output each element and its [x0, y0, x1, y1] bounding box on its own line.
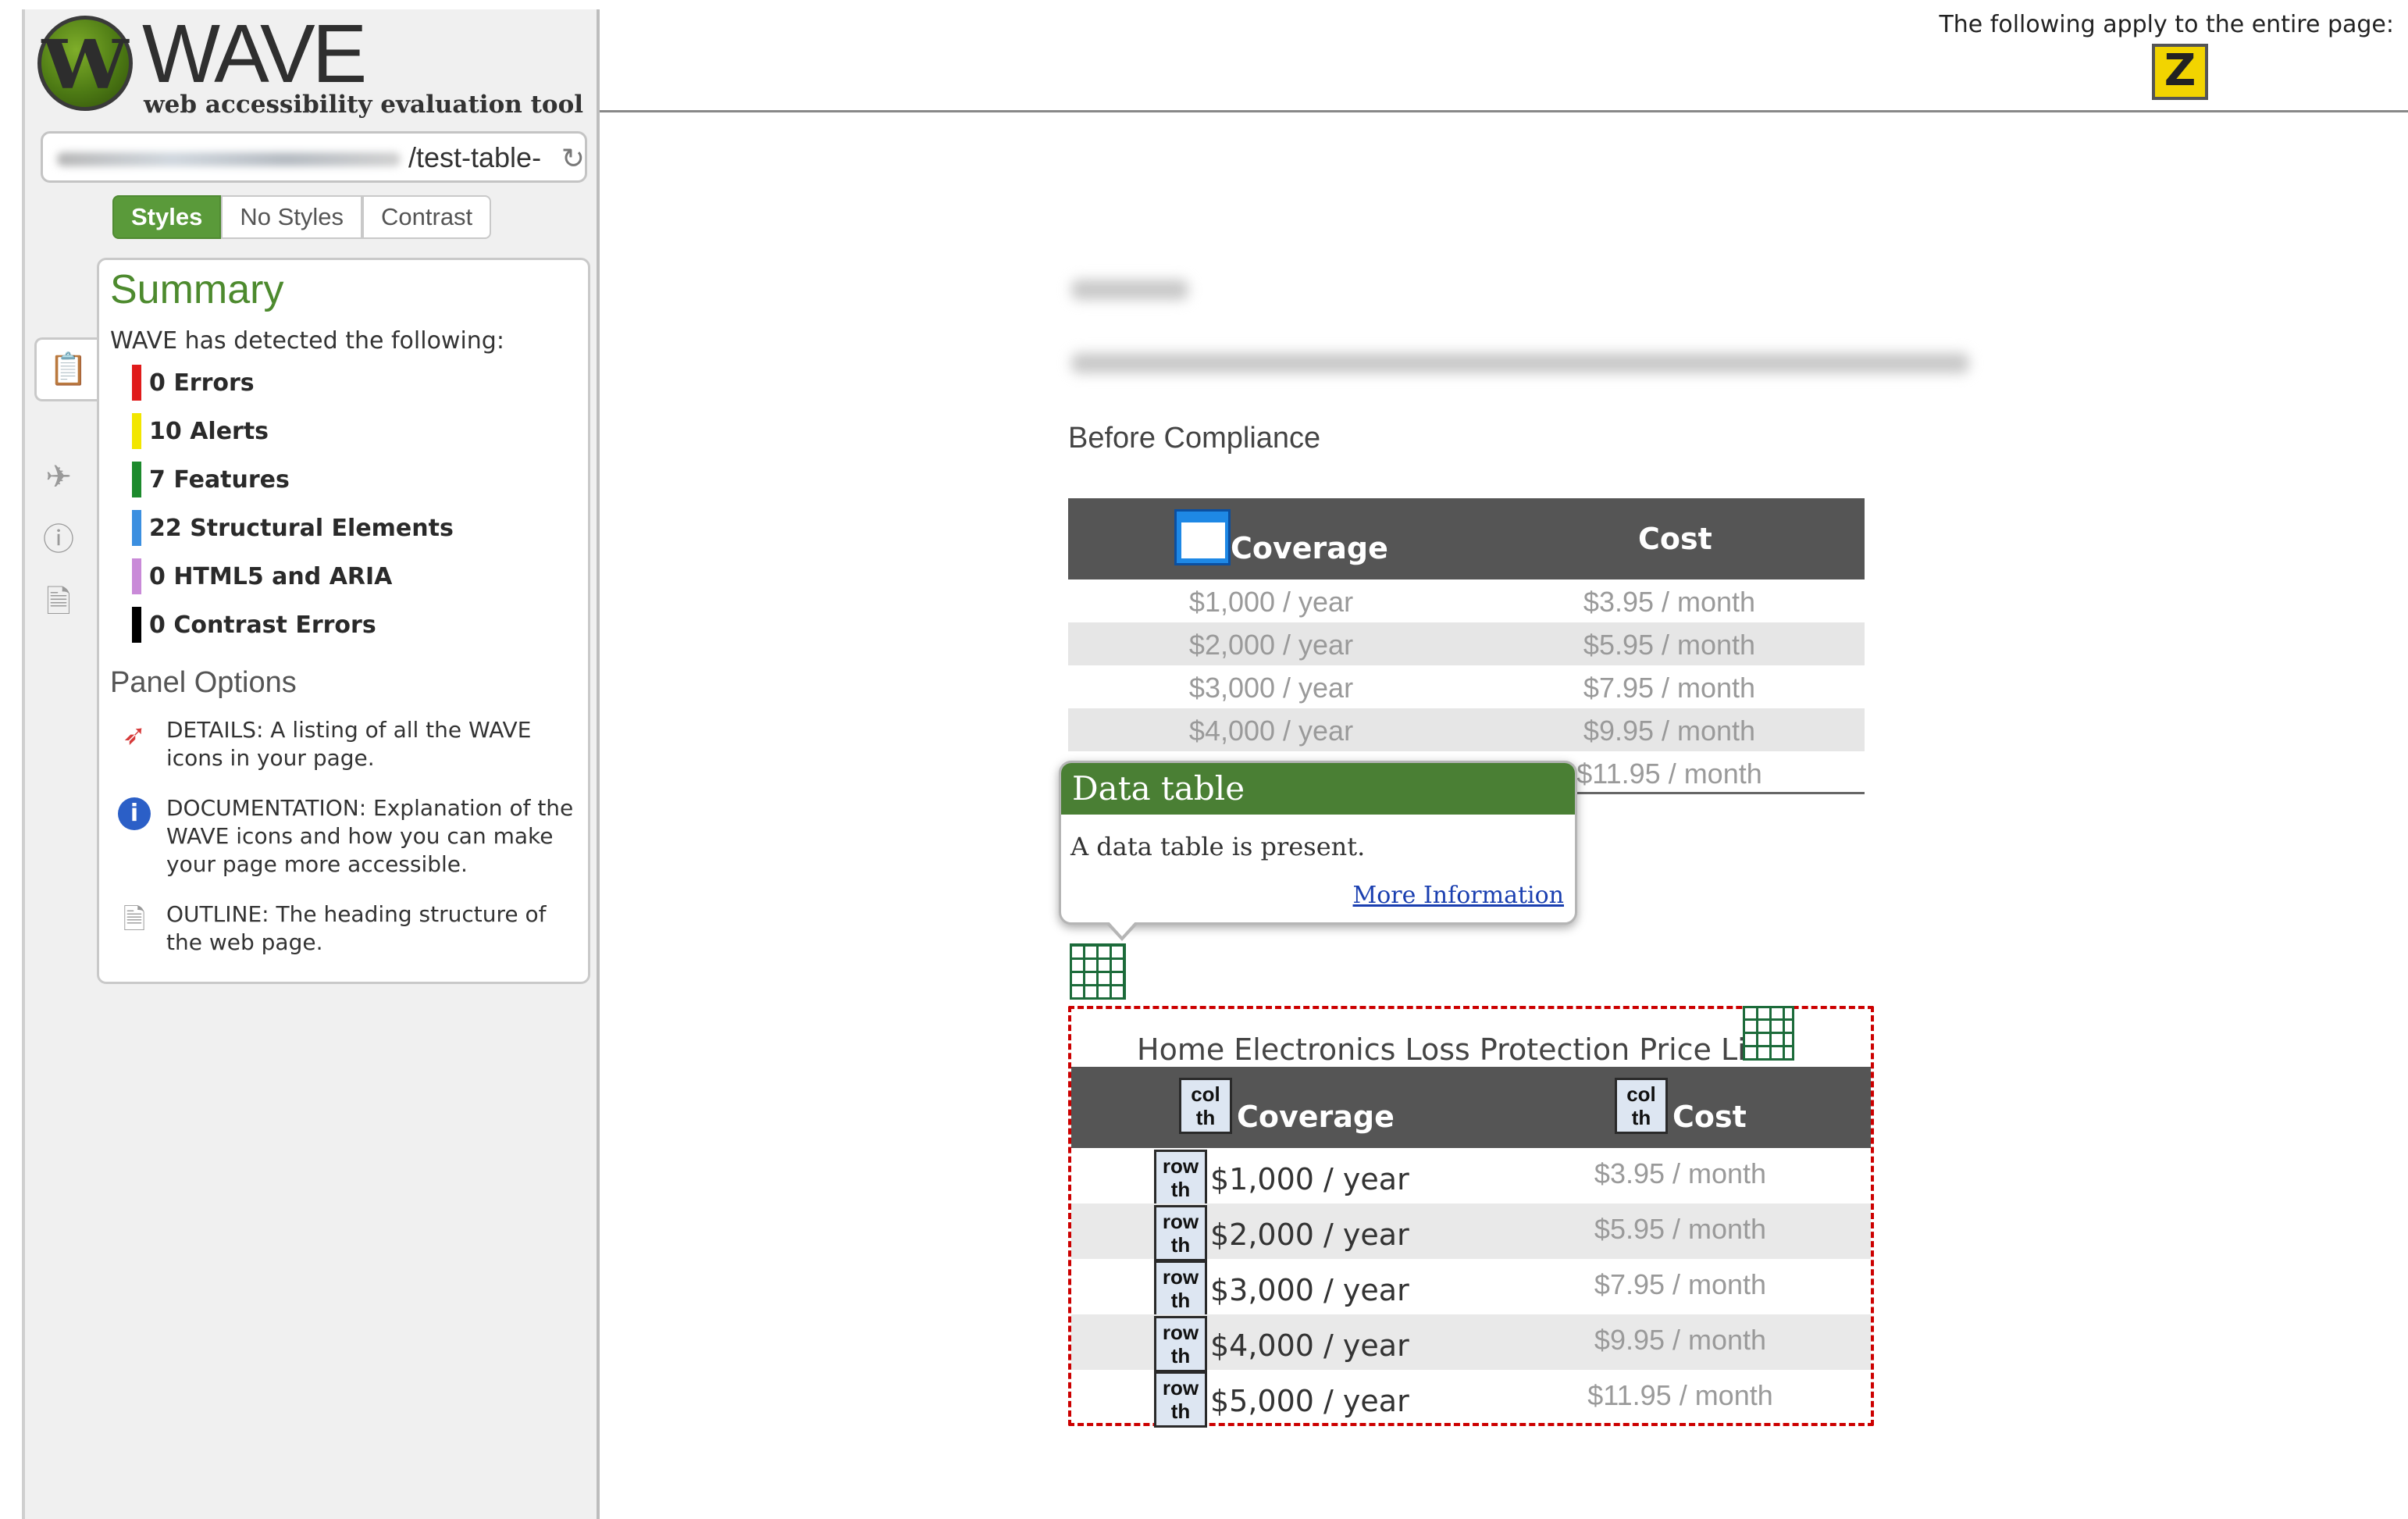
table-row: row th $1,000 / year $3.95 / month	[1071, 1148, 1871, 1206]
col-th-badge-icon[interactable]: col th	[1615, 1078, 1668, 1134]
summary-title: Summary	[110, 267, 284, 312]
evaluated-page: Before Compliance Coverage Cost $1,000 /…	[603, 116, 2408, 1519]
row-th-badge-icon[interactable]: row th	[1154, 1316, 1207, 1372]
cell-cost: $5.95 / month	[1594, 1213, 1767, 1245]
summary-item-label: 22 Structural Elements	[149, 515, 454, 542]
table-row: $1,000 / year $3.95 / month	[1068, 579, 1865, 622]
header-coverage: Coverage	[1231, 531, 1388, 565]
cell-cost: $7.95 / month	[1594, 1268, 1767, 1300]
aria-color-bar	[132, 558, 141, 594]
cell-coverage: $4,000 / year	[1210, 1328, 1409, 1363]
table-after-compliance: Home Electronics Loss Protection Price L…	[1068, 1006, 1874, 1428]
row-th-badge-icon[interactable]: row th	[1154, 1205, 1207, 1261]
summary-item-label: 10 Alerts	[149, 418, 269, 445]
caption-icon[interactable]	[1743, 1006, 1794, 1061]
table-row: row th $2,000 / year $5.95 / month	[1071, 1203, 1871, 1261]
details-flag-icon[interactable]: ✈	[34, 453, 83, 501]
alerts-color-bar	[132, 413, 141, 449]
cell-coverage: $1,000 / year	[1188, 586, 1354, 618]
table-header: col th Coverage col th Cost	[1071, 1067, 1871, 1148]
option-documentation-text: DOCUMENTATION: Explanation of the WAVE i…	[166, 795, 574, 877]
table-row: row th $3,000 / year $7.95 / month	[1071, 1259, 1871, 1317]
table-row: row th $5,000 / year $11.95 / month	[1071, 1370, 1871, 1428]
wave-sidebar: W WAVE web accessibility evaluation tool…	[22, 9, 600, 1519]
tab-styles[interactable]: Styles	[112, 195, 222, 239]
cell-coverage: $1,000 / year	[1210, 1162, 1409, 1196]
table-caption: Home Electronics Loss Protection Price L…	[1137, 1032, 1773, 1067]
cell-cost: $9.95 / month	[1583, 715, 1756, 747]
row-th-badge-icon[interactable]: row th	[1154, 1260, 1207, 1317]
summary-clipboard-icon[interactable]: 📋	[34, 337, 100, 401]
outline-document-icon[interactable]: 🗎	[34, 578, 83, 626]
more-information-link[interactable]: More Information	[1353, 882, 1564, 909]
cell-coverage: $2,000 / year	[1210, 1218, 1409, 1252]
cell-cost: $5.95 / month	[1583, 629, 1756, 661]
summary-item-label: 7 Features	[149, 466, 290, 494]
cell-coverage: $3,000 / year	[1188, 672, 1354, 704]
table-row: row th $4,000 / year $9.95 / month	[1071, 1314, 1871, 1372]
table-row: $4,000 / year $9.95 / month	[1068, 708, 1865, 751]
data-table-icon[interactable]	[1070, 943, 1126, 1000]
before-compliance-heading: Before Compliance	[1068, 422, 1321, 455]
summary-item-label: 0 Contrast Errors	[149, 612, 376, 639]
table-header: Coverage Cost	[1068, 498, 1865, 579]
header-coverage: Coverage	[1237, 1100, 1395, 1134]
option-outline-text: OUTLINE: The heading structure of the we…	[166, 901, 547, 955]
tooltip-title: Data table	[1061, 763, 1575, 815]
summary-item-label: 0 HTML5 and ARIA	[149, 563, 393, 590]
blurred-heading	[1071, 280, 1188, 300]
cell-cost: $9.95 / month	[1594, 1324, 1767, 1356]
contrast-color-bar	[132, 607, 141, 643]
header-cost: Cost	[1638, 522, 1712, 556]
blurred-source-line	[1071, 353, 1969, 373]
table-row: $3,000 / year $7.95 / month	[1068, 665, 1865, 708]
table-icon	[1174, 509, 1231, 565]
cell-coverage: $4,000 / year	[1188, 715, 1354, 747]
tooltip-body: A data table is present.	[1070, 832, 1366, 861]
cell-cost: $11.95 / month	[1587, 1379, 1773, 1411]
tooltip-tail-inner	[1107, 920, 1137, 936]
view-tabs: Styles No Styles Contrast	[112, 195, 492, 239]
wave-logo-icon: W	[37, 16, 133, 111]
logo-title: WAVE	[142, 8, 367, 100]
cell-coverage: $5,000 / year	[1210, 1384, 1409, 1418]
refresh-icon[interactable]: ↻	[558, 144, 588, 174]
row-th-badge-icon[interactable]: row th	[1154, 1371, 1207, 1428]
page-level-note: The following apply to the entire page:	[1939, 11, 2394, 38]
details-flag-icon: ➶	[122, 719, 147, 751]
errors-color-bar	[132, 365, 141, 401]
data-table-tooltip: Data table A data table is present. More…	[1059, 761, 1577, 941]
page-level-bar: The following apply to the entire page: …	[600, 9, 2408, 112]
summary-intro: WAVE has detected the following:	[110, 327, 504, 355]
logo-subtitle: web accessibility evaluation tool	[144, 91, 584, 119]
header-cost: Cost	[1672, 1100, 1747, 1134]
tab-no-styles[interactable]: No Styles	[221, 195, 363, 239]
summary-item-label: 0 Errors	[149, 369, 255, 397]
cell-cost: $7.95 / month	[1583, 672, 1756, 704]
url-input[interactable]: /test-table- ↻	[41, 131, 587, 183]
page-level-alert-icon[interactable]: Z	[2152, 44, 2208, 100]
outline-document-icon: 🗎	[123, 904, 146, 936]
documentation-info-icon[interactable]: ⓘ	[34, 515, 83, 564]
features-color-bar	[132, 462, 141, 497]
row-th-badge-icon[interactable]: row th	[1154, 1150, 1207, 1206]
cell-coverage: $3,000 / year	[1210, 1273, 1409, 1307]
cell-cost: $3.95 / month	[1594, 1157, 1767, 1189]
option-details-text: DETAILS: A listing of all the WAVE icons…	[166, 717, 532, 771]
col-th-badge-icon[interactable]: col th	[1179, 1078, 1232, 1134]
cell-coverage: $2,000 / year	[1188, 629, 1354, 661]
structural-color-bar	[132, 510, 141, 546]
panel-options-title: Panel Options	[110, 666, 297, 699]
table-row: $2,000 / year $5.95 / month	[1068, 622, 1865, 665]
tab-contrast[interactable]: Contrast	[362, 195, 492, 239]
summary-panel: Summary WAVE has detected the following:…	[97, 258, 590, 984]
url-blurred-part	[57, 152, 401, 166]
url-text: /test-table-	[408, 141, 542, 173]
info-icon: i	[118, 797, 151, 830]
cell-cost: $3.95 / month	[1583, 586, 1756, 618]
